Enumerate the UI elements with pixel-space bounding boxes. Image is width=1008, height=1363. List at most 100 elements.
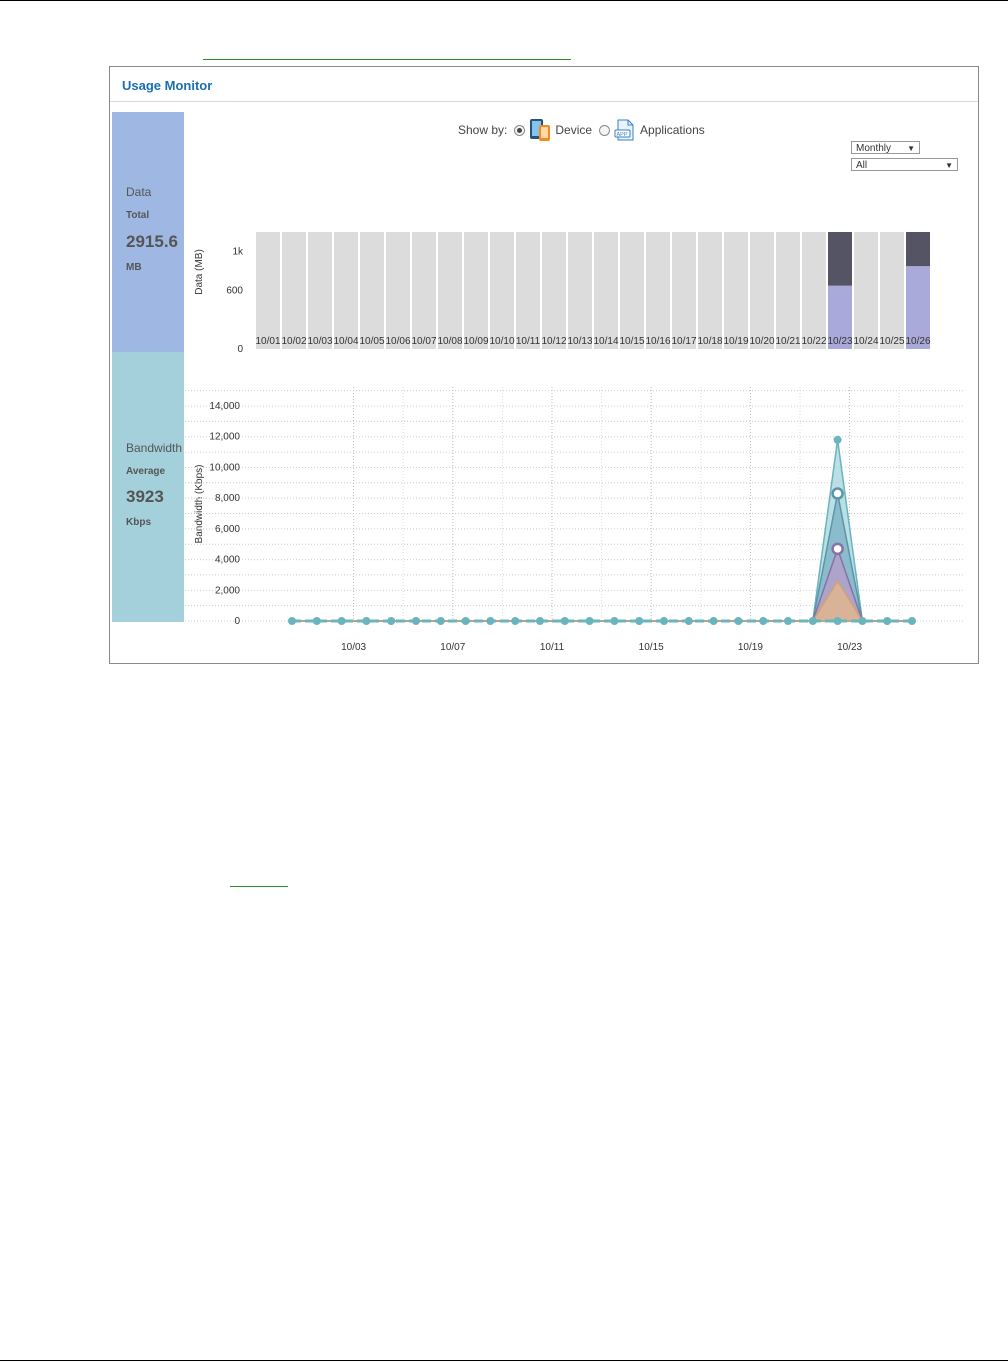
bandwidth-point	[833, 617, 842, 625]
bandwidth-point	[362, 617, 371, 625]
data-x-tick-label: 10/08	[437, 336, 462, 347]
data-bar-background	[750, 232, 774, 349]
bandwidth-x-tick-label: 10/11	[540, 642, 565, 653]
data-x-tick-label: 10/17	[671, 336, 696, 347]
bandwidth-peak-point	[833, 435, 842, 444]
bandwidth-y-tick-label: 0	[234, 616, 240, 627]
bandwidth-point	[858, 617, 867, 625]
data-bar-background	[620, 232, 644, 349]
bandwidth-point	[412, 617, 420, 625]
bandwidth-point	[908, 617, 916, 625]
data-bar-background	[542, 232, 566, 349]
bandwidth-point	[635, 617, 644, 625]
bandwidth-point	[759, 617, 768, 625]
data-x-tick-label: 10/24	[853, 336, 878, 347]
data-bar-segment	[906, 232, 930, 267]
usage-monitor-panel: Usage Monitor Data Total 2915.6 MB Bandw…	[109, 66, 979, 664]
bandwidth-peak-point	[831, 487, 844, 500]
bandwidth-point	[784, 617, 792, 625]
data-bar-background	[438, 232, 462, 349]
data-x-tick-label: 10/21	[775, 336, 800, 347]
bandwidth-x-tick-label: 10/19	[738, 642, 763, 653]
data-bar-background	[282, 232, 306, 349]
data-bar-background	[490, 232, 514, 349]
data-y-tick-label: 600	[226, 286, 243, 297]
data-bar-background	[308, 232, 332, 349]
data-x-tick-label: 10/19	[723, 336, 748, 347]
data-chart-y-axis-title: Data (MB)	[194, 249, 205, 295]
data-bar-background	[802, 232, 826, 349]
bandwidth-x-tick-label: 10/03	[341, 642, 366, 653]
data-bar-background	[256, 232, 280, 349]
data-x-tick-label: 10/20	[749, 336, 774, 347]
bandwidth-y-tick-label: 12,000	[209, 432, 240, 443]
data-x-tick-label: 10/12	[541, 336, 566, 347]
bandwidth-x-tick-label: 10/15	[639, 642, 664, 653]
link-underline-small	[230, 886, 288, 887]
bandwidth-point	[288, 617, 296, 625]
data-bar-background	[698, 232, 722, 349]
link-underline	[203, 59, 571, 60]
data-x-tick-label: 10/14	[593, 336, 618, 347]
data-bar-background	[334, 232, 358, 349]
data-bar-background	[360, 232, 384, 349]
data-bar-background	[880, 232, 904, 349]
bandwidth-point	[585, 617, 594, 625]
bandwidth-y-tick-label: 10,000	[209, 462, 240, 473]
data-x-tick-label: 10/25	[879, 336, 904, 347]
bandwidth-peak-point	[831, 542, 844, 556]
page-bottom-rule	[0, 1360, 1008, 1361]
data-x-tick-label: 10/03	[307, 336, 332, 347]
bandwidth-point	[560, 617, 569, 625]
bandwidth-point	[610, 617, 619, 625]
data-bar-background	[516, 232, 540, 349]
bandwidth-point	[808, 617, 817, 625]
bandwidth-point	[684, 617, 693, 625]
bandwidth-point	[337, 617, 346, 625]
data-x-tick-label: 10/23	[827, 336, 852, 347]
data-bar-background	[464, 232, 488, 349]
data-x-tick-label: 10/09	[463, 336, 488, 347]
bandwidth-point	[461, 617, 470, 625]
data-x-tick-label: 10/18	[697, 336, 722, 347]
data-bar-segment	[828, 232, 852, 286]
data-x-tick-label: 10/16	[645, 336, 670, 347]
bandwidth-y-tick-label: 6,000	[215, 524, 240, 535]
bandwidth-point	[536, 617, 544, 625]
data-y-tick-label: 1k	[232, 247, 244, 258]
usage-charts: Data (MB) Bandwidth (Kbps) 06001k10/01 10…	[185, 232, 963, 653]
data-y-tick-label: 0	[237, 344, 243, 355]
bandwidth-chart-y-axis-title: Bandwidth (Kbps)	[194, 465, 205, 544]
data-x-tick-label: 10/06	[385, 336, 410, 347]
data-bar-background	[672, 232, 696, 349]
bandwidth-line-chart: 0 2,000 4,000 6,000 8,000 10,000 12,000 14,000 1…	[185, 387, 963, 653]
bandwidth-point	[436, 617, 445, 625]
bandwidth-point	[734, 617, 743, 625]
data-x-tick-label: 10/13	[567, 336, 592, 347]
bandwidth-point	[660, 617, 668, 625]
bandwidth-y-tick-label: 8,000	[215, 493, 240, 504]
data-x-tick-label: 10/15	[619, 336, 644, 347]
data-bar-background	[412, 232, 436, 349]
bandwidth-y-tick-label: 4,000	[215, 555, 240, 566]
data-x-tick-label: 10/26	[905, 336, 930, 347]
data-x-tick-label: 10/10	[489, 336, 514, 347]
data-bar-background	[776, 232, 800, 349]
data-bar-background	[724, 232, 748, 349]
data-bar-background	[854, 232, 878, 349]
bandwidth-point	[883, 617, 892, 625]
bandwidth-point	[486, 617, 495, 625]
data-x-tick-label: 10/07	[411, 336, 436, 347]
data-x-tick-label: 10/02	[281, 336, 306, 347]
data-bar-background	[646, 232, 670, 349]
bandwidth-point	[511, 617, 520, 625]
bandwidth-point	[312, 617, 321, 625]
data-bar-background	[594, 232, 618, 349]
bandwidth-y-tick-label: 14,000	[209, 401, 240, 412]
data-x-tick-label: 10/11	[516, 336, 541, 347]
bandwidth-x-tick-label: 10/07	[440, 642, 465, 653]
bandwidth-x-tick-label: 10/23	[837, 642, 862, 653]
data-bar-chart: 06001k10/01 10/02 10/03 10/04 10/05 10/06 10/0…	[226, 232, 931, 355]
data-x-tick-label: 10/04	[333, 336, 358, 347]
bandwidth-y-tick-label: 2,000	[215, 585, 240, 596]
